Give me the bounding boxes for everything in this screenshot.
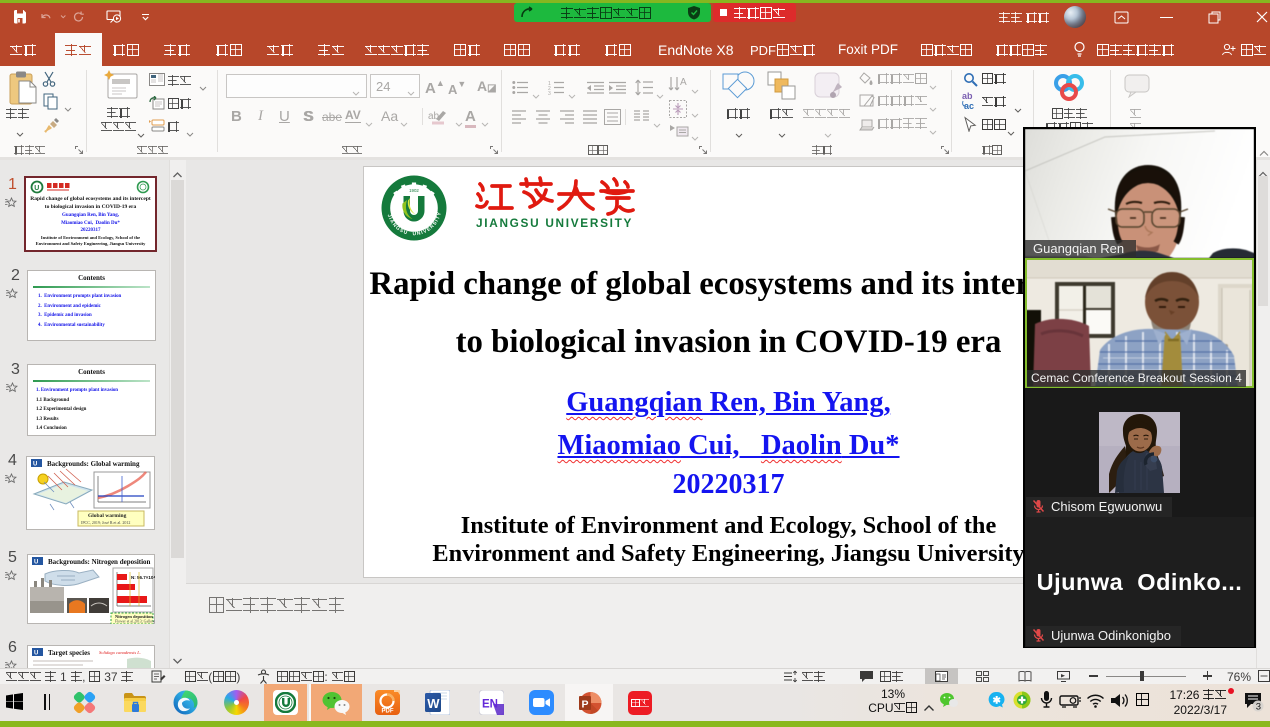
svg-text:U: U [34, 651, 38, 657]
svg-text:ab: ab [428, 111, 440, 122]
svg-text:3: 3 [1256, 702, 1261, 713]
svg-text:Global warming: Global warming [88, 513, 127, 519]
svg-text:Backgrounds: Nitrogen depositi: Backgrounds: Nitrogen deposition [48, 558, 151, 566]
svg-text:W: W [427, 696, 440, 711]
svg-text:U: U [33, 462, 37, 468]
svg-text:P: P [582, 699, 589, 711]
svg-text:Nitrogen deposition: Nitrogen deposition [115, 614, 153, 619]
svg-text:EN: EN [482, 699, 498, 711]
svg-text:Flower et al.2013; Galloway et: Flower et al.2013; Galloway et al.2004 [115, 620, 155, 624]
svg-text:3: 3 [548, 91, 551, 95]
svg-text:✱: ✱ [993, 696, 1002, 707]
svg-text:1902: 1902 [409, 188, 419, 193]
svg-text:A: A [680, 77, 687, 88]
svg-text:Backgrounds: Global warming: Backgrounds: Global warming [47, 460, 140, 468]
svg-text:Target species: Target species [48, 649, 90, 657]
svg-text:ab: ab [962, 91, 973, 101]
svg-text:N: 56.7×10⁴: N: 56.7×10⁴ [131, 575, 155, 580]
svg-text:U: U [34, 185, 39, 192]
svg-text:PDF: PDF [382, 709, 394, 715]
svg-text:Solidago canadensis L.: Solidago canadensis L. [99, 650, 141, 655]
svg-text:U: U [34, 560, 38, 566]
